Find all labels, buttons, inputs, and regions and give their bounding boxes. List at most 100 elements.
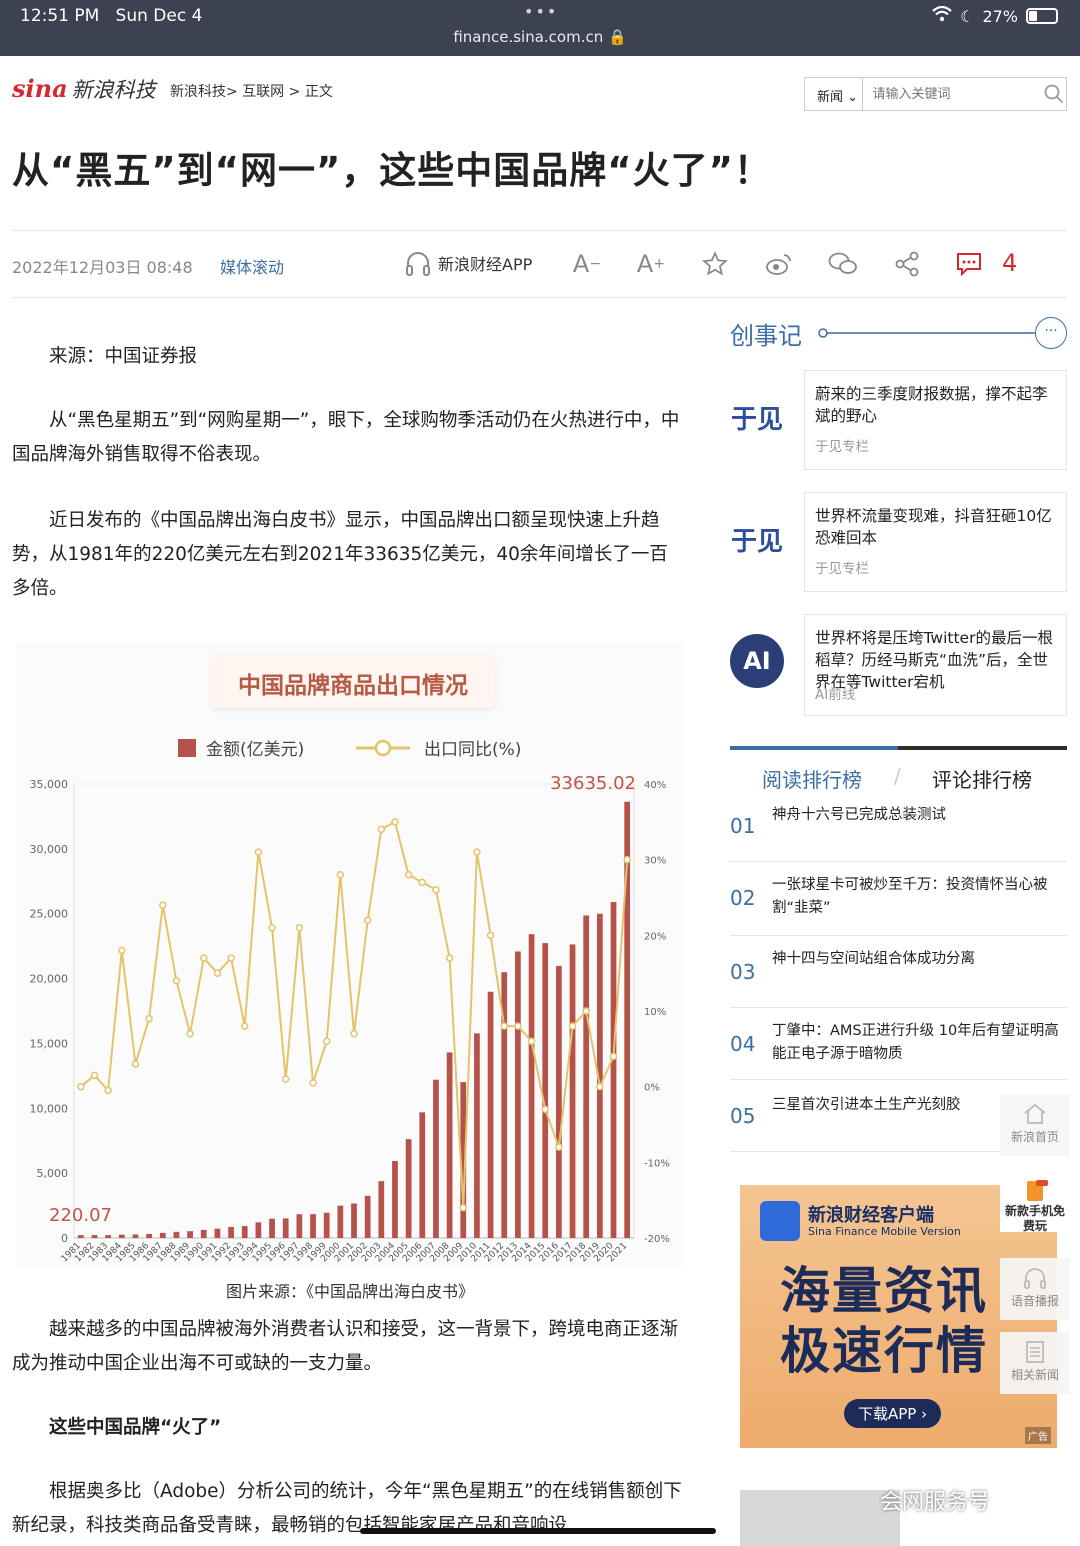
article-body-continued: 越来越多的中国品牌被海外消费者认识和接受，这一背景下，跨境电商正逐渐成为推动中国… bbox=[12, 1313, 684, 1546]
chart-bar bbox=[105, 1235, 112, 1238]
chart-bar bbox=[392, 1161, 398, 1238]
gift-icon bbox=[1000, 1176, 1070, 1204]
weibo-icon[interactable] bbox=[762, 247, 796, 281]
yoy-point bbox=[281, 1075, 290, 1083]
yoy-point bbox=[514, 1022, 522, 1030]
y-tick-label-right: -20% bbox=[644, 1234, 670, 1245]
rank-item[interactable]: 04 丁肇中：AMS正进行升级 10年后有望证明高能正电子源于暗物质 bbox=[730, 1008, 1067, 1080]
float-audio-button[interactable]: 语音播报 bbox=[1000, 1258, 1070, 1320]
home-indicator[interactable] bbox=[360, 1528, 716, 1534]
chart-bar bbox=[228, 1226, 234, 1238]
chart-bar bbox=[446, 1052, 453, 1238]
y-tick-label-right: 30% bbox=[644, 856, 666, 867]
chart-bar bbox=[323, 1212, 330, 1238]
chart-bar bbox=[173, 1231, 180, 1238]
data-label-first: 220.07 bbox=[49, 1205, 112, 1226]
yoy-point bbox=[254, 848, 263, 856]
comment-icon[interactable] bbox=[952, 247, 986, 281]
ai-frontline-logo: AI bbox=[730, 634, 784, 688]
y-tick-label-left: 5,000 bbox=[37, 1167, 69, 1180]
yoy-point bbox=[295, 924, 304, 932]
rank-text: 丁肇中：AMS正进行升级 10年后有望证明高能正电子源于暗物质 bbox=[772, 1023, 1059, 1062]
y-tick-label-left: 10,000 bbox=[30, 1102, 69, 1115]
watermark-text: 会网服务号 bbox=[880, 1490, 991, 1515]
yoy-point bbox=[391, 818, 399, 826]
y-tick-label-right: 10% bbox=[644, 1007, 666, 1018]
chevron-down-icon: ⌄ bbox=[847, 90, 859, 105]
more-icon[interactable]: ··· bbox=[1035, 317, 1067, 349]
chart-bar bbox=[433, 1079, 439, 1238]
yoy-point bbox=[404, 871, 413, 879]
star-icon[interactable] bbox=[698, 247, 732, 281]
sidebar-card[interactable]: 世界杯将是压垮Twitter的最后一根稻草？历经马斯克“血洗”后，全世界在等Tw… bbox=[804, 614, 1067, 716]
yoy-point bbox=[500, 1022, 508, 1030]
chart-bar bbox=[405, 1139, 412, 1238]
y-tick-label-right: 40% bbox=[644, 780, 666, 791]
ad-subheading: Sina Finance Mobile Version bbox=[808, 1225, 961, 1238]
chart-bar bbox=[187, 1231, 193, 1238]
tab-read-rank[interactable]: 阅读排行榜 bbox=[762, 764, 862, 793]
yoy-point bbox=[623, 855, 631, 864]
rank-item[interactable]: 03 神十四与空间站组合体成功分离 bbox=[730, 936, 1067, 1008]
y-tick-label-left: 25,000 bbox=[30, 908, 69, 921]
rank-item[interactable]: 02 一张球星卡可被炒至千万：投资情怀当心被割“韭菜” bbox=[730, 862, 1067, 936]
sidebar-title-line bbox=[818, 328, 1036, 338]
sidebar-card[interactable]: 蔚来的三季度财报数据，撑不起李斌的野心 于见专栏 bbox=[804, 370, 1067, 470]
wechat-icon[interactable] bbox=[826, 247, 860, 281]
comment-count[interactable]: 4 bbox=[1002, 249, 1017, 277]
search-box: 新闻 ⌄ bbox=[804, 77, 1067, 111]
chart-bar bbox=[269, 1218, 275, 1238]
rank-item[interactable]: 01 神舟十六号已完成总装测试 bbox=[730, 800, 1067, 862]
float-phone-button[interactable]: 新款手机免费玩 bbox=[1000, 1170, 1070, 1233]
rank-tabs: 阅读排行榜 / 评论排行榜 bbox=[730, 746, 1067, 796]
data-label-last: 33635.02 bbox=[550, 773, 636, 794]
yoy-point bbox=[159, 901, 167, 909]
yoy-point bbox=[473, 848, 481, 856]
chart-bar bbox=[364, 1195, 371, 1238]
yoy-point bbox=[459, 1203, 468, 1212]
chart-bar bbox=[77, 1235, 84, 1238]
yoy-point bbox=[445, 954, 454, 962]
sidebar-section-title[interactable]: 创事记 bbox=[730, 316, 802, 351]
share-icon[interactable] bbox=[890, 247, 924, 281]
chart-bar bbox=[146, 1233, 152, 1238]
chart-bar bbox=[310, 1214, 316, 1238]
y-tick-label-left: 35,000 bbox=[30, 778, 69, 791]
download-app-button[interactable]: 下载APP › bbox=[844, 1399, 942, 1428]
yoy-point bbox=[541, 1105, 549, 1114]
battery-percent: 27% bbox=[982, 6, 1018, 26]
chart-bar bbox=[610, 902, 617, 1238]
float-related-button[interactable]: 相关新闻 bbox=[1000, 1332, 1070, 1394]
yoy-point bbox=[596, 1082, 604, 1091]
search-icon[interactable] bbox=[1043, 78, 1066, 110]
chart-bar bbox=[255, 1222, 262, 1238]
tab-comment-rank[interactable]: 评论排行榜 bbox=[932, 764, 1032, 793]
yoy-point bbox=[240, 1022, 249, 1030]
sidebar-card[interactable]: 世界杯流量变现难，抖音狂砸10亿恐难回本 于见专栏 bbox=[804, 492, 1067, 592]
ad-slogan: 海量资讯 极速行情 bbox=[780, 1262, 988, 1380]
watch-ad-image[interactable] bbox=[740, 1490, 900, 1546]
float-home-button[interactable]: 新浪首页 bbox=[1000, 1094, 1070, 1156]
yoy-point bbox=[131, 1060, 140, 1068]
yoy-point bbox=[363, 916, 372, 924]
yoy-point bbox=[336, 871, 345, 879]
yoy-point bbox=[418, 878, 427, 887]
yoy-point bbox=[527, 1037, 536, 1046]
card-source: 于见专栏 bbox=[815, 561, 869, 577]
y-tick-label-left: 15,000 bbox=[30, 1037, 69, 1050]
yoy-point bbox=[377, 825, 386, 834]
yoy-point bbox=[118, 946, 126, 955]
yoy-point bbox=[104, 1086, 112, 1095]
ad-heading: 新浪财经客户端 bbox=[808, 1205, 934, 1226]
rank-number: 01 bbox=[730, 814, 756, 838]
chart-bar bbox=[474, 1033, 480, 1238]
yujian-logo: 于见 bbox=[730, 526, 783, 557]
chart-bar bbox=[159, 1232, 166, 1238]
search-category-select[interactable]: 新闻 ⌄ bbox=[805, 78, 863, 110]
legend-bar-swatch bbox=[178, 739, 196, 757]
yoy-point bbox=[268, 924, 276, 932]
home-icon bbox=[1000, 1100, 1070, 1128]
search-input[interactable] bbox=[862, 78, 1043, 110]
chart-bar bbox=[200, 1229, 207, 1238]
yoy-point bbox=[609, 1052, 618, 1061]
